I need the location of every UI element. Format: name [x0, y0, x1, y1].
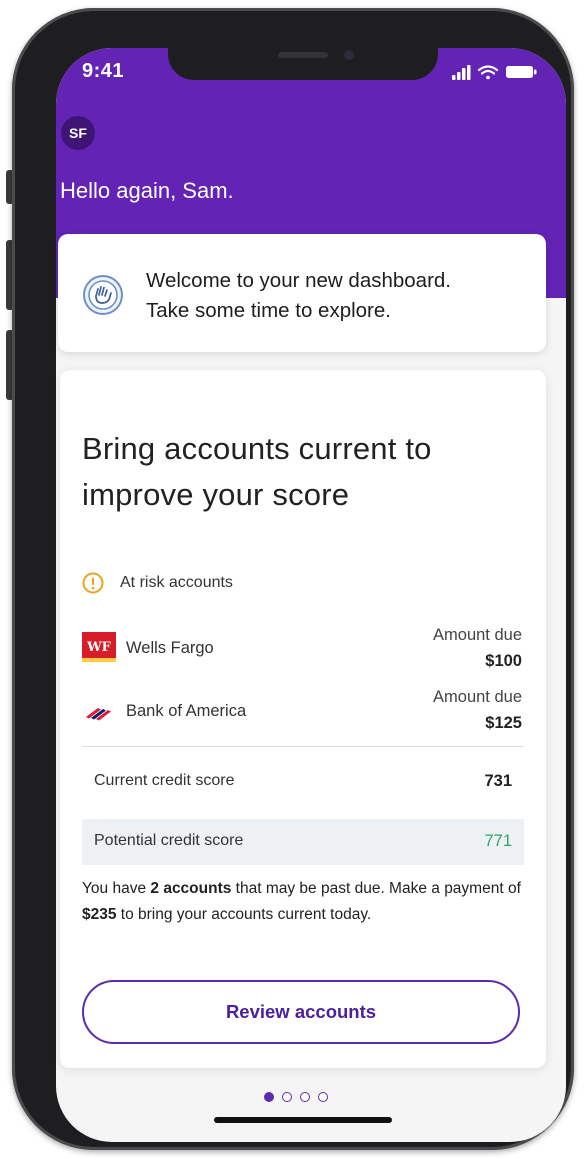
speaker-grille: [278, 52, 328, 58]
amount-due-label: Amount due: [433, 688, 522, 706]
page-dot-3[interactable]: [300, 1092, 310, 1102]
page-dot-2[interactable]: [282, 1092, 292, 1102]
status-icons: [452, 65, 537, 80]
current-score-value: 731: [484, 772, 512, 790]
page-dot-1[interactable]: [264, 1092, 274, 1102]
potential-score-row: Potential credit score 771: [82, 819, 524, 865]
explain-text-1: You have: [82, 880, 151, 897]
card-title-line-1: Bring accounts current to: [82, 431, 432, 466]
at-risk-label: At risk accounts: [120, 574, 233, 591]
divider: [82, 746, 524, 747]
waving-hand-icon: [83, 275, 123, 315]
account-name-wells-fargo: Wells Fargo: [126, 639, 214, 657]
review-accounts-button[interactable]: Review accounts: [82, 980, 520, 1044]
amount-due-label: Amount due: [433, 626, 522, 644]
current-score-row: Current credit score 731: [82, 759, 524, 805]
welcome-card: Welcome to your new dashboard. Take some…: [58, 234, 546, 352]
account-name-bank-of-america: Bank of America: [126, 702, 247, 720]
past-due-explanation: You have 2 accounts that may be past due…: [82, 876, 530, 928]
explain-accounts-count: 2 accounts: [150, 880, 232, 897]
pagination-dots[interactable]: [264, 1092, 328, 1102]
explain-amount: $235: [82, 906, 117, 923]
welcome-line-1: Welcome to your new dashboard.: [146, 269, 452, 292]
explain-text-3: to bring your accounts current today.: [116, 906, 372, 923]
potential-score-label: Potential credit score: [94, 832, 244, 849]
front-camera: [344, 50, 354, 60]
wifi-icon: [477, 65, 499, 80]
home-indicator[interactable]: [214, 1117, 392, 1123]
greeting-text: Hello again, Sam.: [60, 178, 234, 203]
signal-icon: [452, 65, 471, 80]
welcome-message: Welcome to your new dashboard. Take some…: [146, 266, 451, 326]
avatar[interactable]: SF: [61, 116, 95, 150]
warning-icon: [82, 572, 104, 594]
explain-text-2: that may be past due. Make a payment of: [231, 880, 521, 897]
battery-icon: [506, 66, 537, 78]
welcome-line-2: Take some time to explore.: [146, 299, 391, 322]
potential-score-value: 771: [484, 832, 512, 850]
accounts-card: Bring accounts current to improve your s…: [60, 370, 546, 1068]
page-dot-4[interactable]: [318, 1092, 328, 1102]
bank-of-america-logo-icon: [86, 708, 111, 721]
status-time: 9:41: [82, 60, 125, 82]
wells-fargo-logo-icon: WF: [82, 632, 116, 662]
wells-fargo-logo-text: WF: [86, 640, 112, 655]
amount-due-value: $125: [485, 714, 522, 732]
card-title: Bring accounts current to improve your s…: [82, 426, 532, 518]
amount-due-value: $100: [485, 652, 522, 670]
phone-notch: [168, 40, 438, 80]
current-score-label: Current credit score: [94, 772, 235, 789]
card-title-line-2: improve your score: [82, 477, 350, 512]
